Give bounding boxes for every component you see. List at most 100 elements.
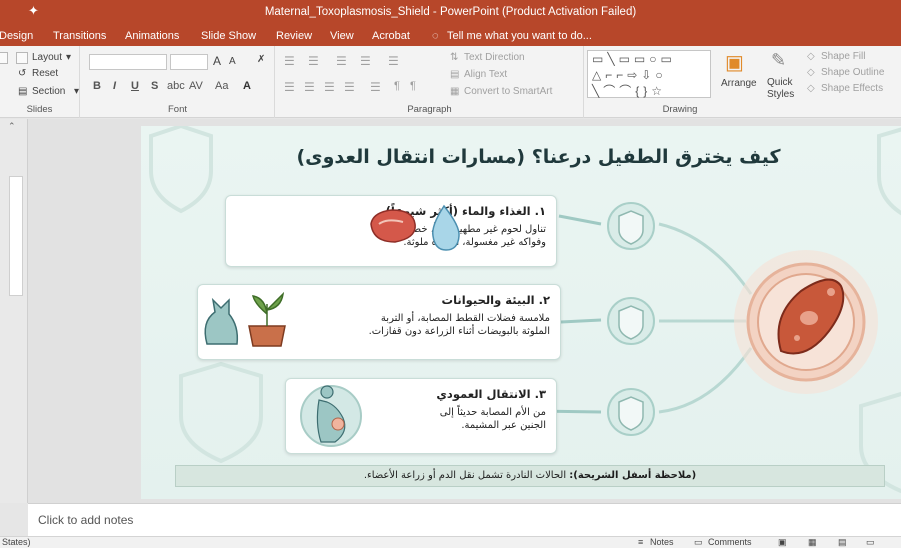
section-button[interactable]: Section: [32, 86, 65, 97]
char-spacing-button[interactable]: AV: [189, 80, 203, 92]
comments-button[interactable]: Comments: [708, 537, 752, 547]
slide-sorter-icon[interactable]: ▦: [808, 537, 817, 548]
slide-title[interactable]: كيف يخترق الطفيل درعنا؟ (مسارات انتقال ا…: [271, 146, 806, 168]
new-slide-icon[interactable]: [0, 52, 8, 64]
indent-icon[interactable]: ☰: [336, 54, 347, 68]
shield-watermark-icon: [877, 127, 901, 216]
numbering-icon[interactable]: ☰: [308, 54, 319, 68]
arrange-icon: ▣: [725, 52, 744, 74]
outdent-icon[interactable]: ☰: [360, 54, 371, 68]
align-left-icon[interactable]: ☰: [284, 80, 295, 94]
status-bar: States) ≡ Notes ▭ Comments ▣ ▦ ▤ ▭: [0, 536, 901, 548]
font-group: A A ✗ B I U S abc AV Aa A Font: [81, 46, 275, 118]
window-title: Maternal_Toxoplasmosis_Shield - PowerPoi…: [264, 6, 637, 18]
route-card-vertical-transmission[interactable]: ٣. الانتقال العمودي من الأم المصابة حديث…: [285, 378, 557, 454]
tell-me-box[interactable]: Tell me what you want to do...: [447, 30, 592, 42]
shapes-gallery[interactable]: ▭╲▭▭○▭ △⌐⌐⇨⇩○ ╲⌒⌒{}☆: [587, 50, 711, 98]
tab-slide-show[interactable]: Slide Show: [201, 30, 256, 42]
line-spacing-icon[interactable]: ☰: [388, 54, 399, 68]
slideshow-icon[interactable]: ▭: [866, 537, 875, 548]
rtl-icon[interactable]: ¶: [410, 80, 416, 92]
thumbnail-scrollbar[interactable]: [9, 176, 23, 296]
text-direction-button[interactable]: Text Direction: [464, 52, 525, 63]
font-name-input[interactable]: [89, 54, 167, 70]
notes-icon[interactable]: ≡: [638, 537, 643, 547]
smartart-icon: ▦: [450, 86, 460, 97]
font-group-label: Font: [167, 104, 187, 115]
text-direction-icon: ⇅: [450, 52, 459, 63]
route-title: ٢. البيئة والحيوانات: [441, 293, 550, 307]
notes-button[interactable]: Notes: [650, 537, 674, 547]
comments-icon[interactable]: ▭: [694, 537, 703, 548]
paragraph-group: ☰ ☰ ☰ ☰ ☰ ☰ ☰ ☰ ☰ ☰ ¶ ¶ ⇅ Text Direction…: [276, 46, 584, 118]
drawing-group-label: Drawing: [662, 104, 698, 115]
ribbon-tabs: Design Transitions Animations Slide Show…: [0, 26, 901, 46]
strikethrough-button[interactable]: S: [151, 80, 158, 92]
slide-footnote[interactable]: (ملاحظة أسفل الشريحة): الحالات النادرة ت…: [175, 465, 885, 487]
ltr-icon[interactable]: ¶: [394, 80, 400, 92]
justify-icon[interactable]: ☰: [344, 80, 355, 94]
route-card-food-water[interactable]: ١. الغذاء والماء (أكثر شيوعاً) تناول لحو…: [225, 195, 557, 267]
reset-button[interactable]: Reset: [32, 68, 58, 79]
shape-effects-button[interactable]: Shape Effects: [821, 83, 883, 94]
font-color-icon[interactable]: A: [243, 80, 251, 92]
italic-button[interactable]: I: [113, 80, 116, 92]
tab-view[interactable]: View: [330, 30, 354, 42]
bullets-icon[interactable]: ☰: [284, 54, 295, 68]
quick-styles-button[interactable]: Quick Styles: [767, 77, 803, 101]
route-title: ٣. الانتقال العمودي: [436, 387, 546, 401]
shield-icon: [618, 210, 644, 245]
route-description: من الأم المصابة حديثاً إلى الجنين عبر ال…: [439, 407, 546, 431]
shape-fill-button[interactable]: Shape Fill: [821, 51, 865, 62]
lightbulb-icon: ◌: [432, 30, 439, 42]
slide[interactable]: كيف يخترق الطفيل درعنا؟ (مسارات انتقال ا…: [141, 126, 901, 499]
convert-smartart-button[interactable]: Convert to SmartArt: [464, 86, 552, 97]
layout-button[interactable]: Layout: [32, 52, 62, 63]
font-size-input[interactable]: [170, 54, 208, 70]
section-icon: ▤: [18, 86, 28, 97]
align-right-icon[interactable]: ☰: [324, 80, 335, 94]
ribbon: Layout ▾ ↺ Reset ▤ Section ▾ Slides A A …: [0, 46, 901, 118]
shape-fill-icon: ◇: [807, 51, 815, 62]
columns-icon[interactable]: ☰: [370, 80, 381, 94]
shrink-font-button[interactable]: A: [229, 56, 236, 67]
paragraph-group-label: Paragraph: [407, 104, 452, 115]
shape-outline-button[interactable]: Shape Outline: [821, 67, 884, 78]
notes-pane[interactable]: Click to add notes: [28, 503, 901, 536]
route-title: ١. الغذاء والماء (أكثر شيوعاً): [385, 204, 546, 218]
tab-review[interactable]: Review: [276, 30, 312, 42]
clear-formatting-icon[interactable]: ✗: [257, 54, 265, 65]
drawing-group: ▭╲▭▭○▭ △⌐⌐⇨⇩○ ╲⌒⌒{}☆ ▣ Arrange ✎ Quick Sty…: [585, 46, 901, 118]
status-text: States): [2, 537, 31, 547]
arrange-button[interactable]: Arrange: [721, 78, 757, 89]
bold-button[interactable]: B: [93, 80, 101, 92]
shape-outline-icon: ◇: [807, 67, 815, 78]
tab-transitions[interactable]: Transitions: [53, 30, 106, 42]
shape-effects-icon: ◇: [807, 83, 815, 94]
route-card-environment-animals[interactable]: ٢. البيئة والحيوانات ملامسة فضلات القطط …: [197, 284, 561, 360]
grow-font-button[interactable]: A: [213, 54, 221, 68]
normal-view-icon[interactable]: ▣: [778, 537, 787, 548]
collapse-icon[interactable]: ⌃: [8, 121, 16, 132]
tab-animations[interactable]: Animations: [125, 30, 179, 42]
shadow-button[interactable]: abc: [167, 80, 185, 92]
underline-button[interactable]: U: [131, 80, 139, 92]
slides-group-label: Slides: [26, 104, 53, 115]
tab-design[interactable]: Design: [0, 30, 33, 42]
change-case-button[interactable]: Aa: [215, 80, 228, 92]
align-center-icon[interactable]: ☰: [304, 80, 315, 94]
route-description: تناول لحوم غير مطهية جيداً، خضروات وفواك…: [390, 224, 546, 248]
shield-watermark-icon: [149, 126, 213, 214]
tab-acrobat[interactable]: Acrobat: [372, 30, 410, 42]
align-text-button[interactable]: Align Text: [464, 69, 507, 80]
quick-styles-icon: ✎: [771, 50, 787, 70]
slides-group: Layout ▾ ↺ Reset ▤ Section ▾ Slides: [0, 46, 80, 118]
route-description: ملامسة فضلات القطط المصابة، أو التربة ال…: [368, 313, 550, 337]
footnote-label: (ملاحظة أسفل الشريحة):: [569, 470, 697, 481]
chevron-down-icon: ▾: [74, 86, 80, 97]
reading-view-icon[interactable]: ▤: [838, 537, 847, 548]
reset-icon: ↺: [18, 68, 27, 79]
footnote-text: الحالات النادرة تشمل نقل الدم أو زراعة ا…: [363, 470, 567, 481]
align-text-icon: ▤: [450, 69, 460, 80]
notes-placeholder[interactable]: Click to add notes: [38, 513, 133, 527]
